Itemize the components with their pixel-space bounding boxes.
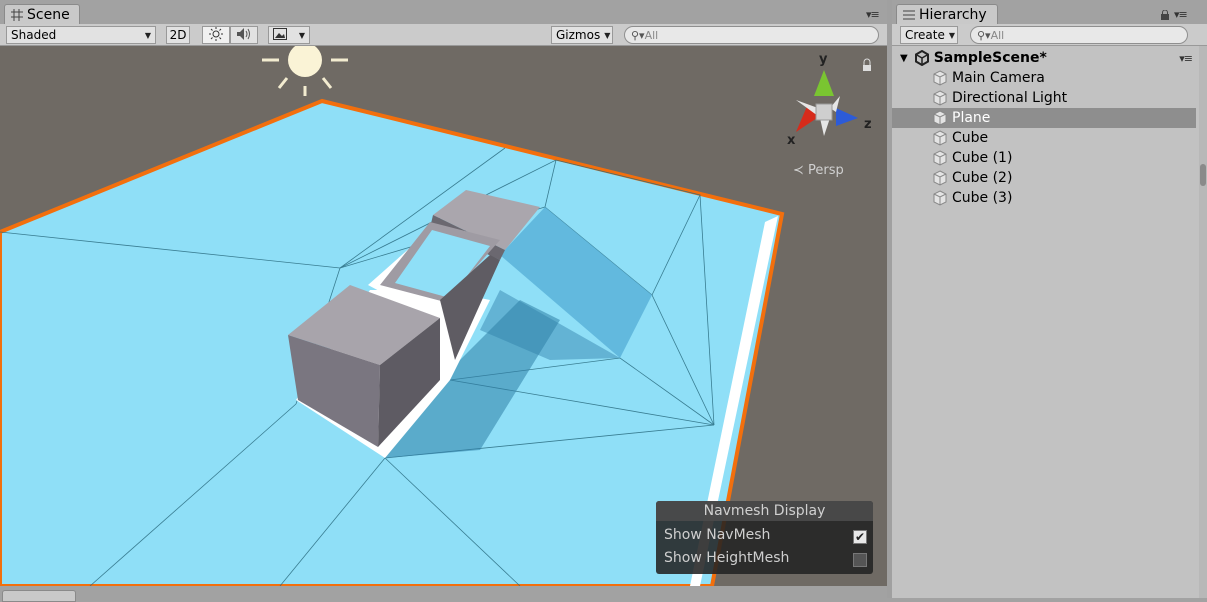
gameobject-cube-icon	[932, 110, 948, 126]
scene-menu-icon[interactable]: ▾≡	[1179, 52, 1193, 65]
effects-dropdown[interactable]: ▼	[268, 26, 310, 44]
chevron-down-icon: ▼	[948, 30, 956, 40]
list-item-label: Cube	[952, 130, 989, 146]
draw-mode-label: Shaded	[11, 28, 57, 42]
image-icon	[273, 27, 287, 43]
gameobject-cube-icon	[932, 130, 948, 146]
bottom-panel-strip	[0, 586, 887, 598]
axis-z-label: z	[864, 117, 872, 132]
sun-icon	[209, 26, 223, 44]
gizmos-label: Gizmos	[556, 28, 601, 42]
chevron-left-icon: ≺	[793, 163, 804, 178]
gameobject-cube-icon	[932, 150, 948, 166]
sun-gizmo	[262, 46, 348, 96]
list-item-label: Cube (3)	[952, 190, 1013, 206]
bottom-tab[interactable]	[2, 590, 76, 602]
show-navmesh-label: Show NavMesh	[664, 527, 771, 543]
tab-scene[interactable]: Scene	[4, 4, 80, 24]
hierarchy-panel-menu-icon[interactable]: ▾≡	[1174, 8, 1188, 21]
list-item-label: Cube (1)	[952, 150, 1013, 166]
list-item-label: Directional Light	[952, 90, 1068, 106]
navmesh-display-panel: Navmesh Display Show NavMesh ✔ Show Heig…	[656, 501, 873, 574]
audio-toggle-button[interactable]	[230, 26, 258, 44]
search-icon: ⚲▾	[631, 28, 645, 42]
chevron-down-icon: ▼	[604, 30, 611, 40]
gameobject-cube-icon	[932, 190, 948, 206]
scene-search-input[interactable]: ⚲▾ All	[624, 26, 879, 44]
expand-arrow-icon[interactable]: ▼	[900, 53, 908, 64]
tab-hierarchy-label: Hierarchy	[919, 6, 987, 23]
projection-label: Persp	[808, 163, 844, 178]
scene-panel-menu-icon[interactable]: ▾≡	[866, 8, 880, 21]
lighting-toggle-button[interactable]	[202, 26, 230, 44]
orientation-gizmo	[796, 70, 858, 136]
hierarchy-scrollbar[interactable]	[1199, 46, 1207, 598]
hierarchy-toolbar: Create ▼ ⚲▾ All	[892, 24, 1207, 46]
unity-scene-icon	[914, 50, 930, 66]
chevron-down-icon: ▼	[144, 30, 151, 40]
hierarchy-search-placeholder: All	[990, 28, 1005, 42]
axis-x-label: x	[787, 133, 796, 148]
hierarchy-panel: Create ▼ ⚲▾ All ▼ SampleScene* ▾≡ Main C…	[892, 24, 1207, 598]
chevron-down-icon: ▼	[298, 30, 305, 40]
create-label: Create	[905, 28, 945, 42]
speaker-icon	[236, 27, 252, 44]
list-icon	[903, 9, 915, 21]
hierarchy-search-input[interactable]: ⚲▾ All	[970, 26, 1188, 44]
gameobject-cube-icon	[932, 170, 948, 186]
gameobject-cube-icon	[932, 90, 948, 106]
toggle-2d-label: 2D	[169, 28, 187, 42]
scene-root-row[interactable]: ▼ SampleScene* ▾≡	[892, 48, 1196, 68]
lock-icon	[863, 58, 871, 71]
scene-search-placeholder: All	[644, 28, 659, 42]
show-navmesh-checkbox[interactable]: ✔	[853, 530, 867, 544]
list-item[interactable]: Directional Light	[892, 88, 1196, 108]
scene-toolbar: Shaded ▼ 2D ▼ Gizmos ▼ ⚲▾ All	[0, 24, 887, 46]
navmesh-display-title: Navmesh Display	[656, 501, 873, 521]
toggle-2d-button[interactable]: 2D	[166, 26, 190, 44]
hierarchy-lock-icon[interactable]	[1160, 9, 1170, 24]
search-icon: ⚲▾	[977, 28, 991, 42]
projection-toggle[interactable]: ≺ Persp	[793, 163, 844, 178]
list-item[interactable]: Cube	[892, 128, 1196, 148]
show-heightmesh-checkbox[interactable]	[853, 553, 867, 567]
grid-icon	[11, 8, 23, 21]
tab-hierarchy[interactable]: Hierarchy	[896, 4, 998, 24]
show-heightmesh-label: Show HeightMesh	[664, 550, 790, 566]
tab-scene-label: Scene	[27, 6, 70, 23]
list-item-label: Cube (2)	[952, 170, 1013, 186]
list-item-selected[interactable]: Plane	[892, 108, 1196, 128]
axis-y-label: y	[819, 52, 828, 67]
list-item-label: Plane	[952, 110, 991, 126]
scrollbar-thumb[interactable]	[1200, 164, 1206, 186]
scene-name-label: SampleScene*	[933, 50, 1047, 66]
scene-viewport[interactable]: y x z ≺ Persp Navmesh Display Show NavMe…	[0, 46, 887, 586]
list-item[interactable]: Cube (2)	[892, 168, 1196, 188]
list-item-label: Main Camera	[952, 70, 1045, 86]
draw-mode-dropdown[interactable]: Shaded ▼	[6, 26, 156, 44]
create-dropdown[interactable]: Create ▼	[900, 26, 958, 44]
gameobject-cube-icon	[932, 70, 948, 86]
list-item[interactable]: Cube (3)	[892, 188, 1196, 208]
list-item[interactable]: Cube (1)	[892, 148, 1196, 168]
list-item[interactable]: Main Camera	[892, 68, 1196, 88]
gizmos-dropdown[interactable]: Gizmos ▼	[551, 26, 613, 44]
